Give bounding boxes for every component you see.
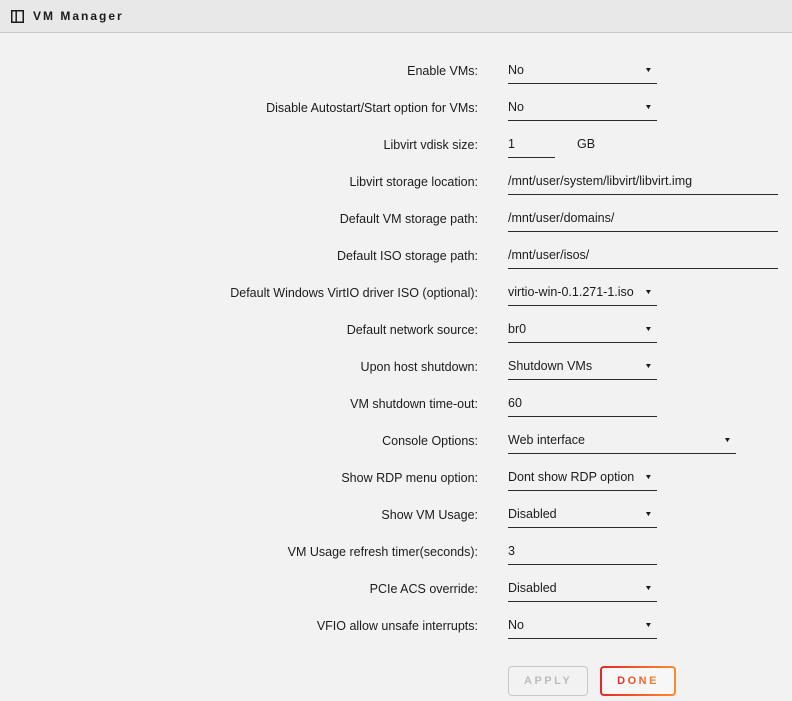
field-value: Disabled [508,581,557,595]
input-default-vm-storage-path[interactable]: /mnt/user/domains/ [508,202,778,232]
page-title: VM Manager [33,9,124,23]
form-row-default-vm-storage-path: Default VM storage path: /mnt/user/domain… [0,202,792,239]
field-label-pcie-acs-override: PCIe ACS override: [0,572,478,609]
unit-label: GB [577,128,595,151]
form-row-libvirt-vdisk-size: Libvirt vdisk size: 1 GB [0,128,792,165]
form-row-default-network-source: Default network source: br0 ▼ [0,313,792,350]
select-upon-host-shutdown[interactable]: Shutdown VMs ▼ [508,350,657,380]
form-row-vm-shutdown-timeout: VM shutdown time-out: 60 [0,387,792,424]
form-row-default-iso-storage-path: Default ISO storage path: /mnt/user/isos/ [0,239,792,276]
field-value: Dont show RDP option [508,470,634,484]
field-label-libvirt-vdisk-size: Libvirt vdisk size: [0,128,478,165]
form-row-virtio-driver-iso: Default Windows VirtIO driver ISO (optio… [0,276,792,313]
field-value: Shutdown VMs [508,359,592,373]
field-value: /mnt/user/isos/ [508,248,589,262]
field-label-vm-shutdown-timeout: VM shutdown time-out: [0,387,478,424]
input-vm-usage-refresh-timer[interactable]: 3 [508,535,657,565]
field-value: No [508,100,524,114]
form-footer: APPLY DONE [508,666,792,696]
field-value: No [508,618,524,632]
select-pcie-acs-override[interactable]: Disabled ▼ [508,572,657,602]
form-row-upon-host-shutdown: Upon host shutdown: Shutdown VMs ▼ [0,350,792,387]
field-value: virtio-win-0.1.271-1.iso [508,285,634,299]
chevron-down-icon: ▼ [644,585,652,592]
select-vfio-allow-unsafe-interrupts[interactable]: No ▼ [508,609,657,639]
field-label-vm-usage-refresh-timer: VM Usage refresh timer(seconds): [0,535,478,572]
field-value: br0 [508,322,526,336]
select-virtio-driver-iso[interactable]: virtio-win-0.1.271-1.iso ▼ [508,276,657,306]
chevron-down-icon: ▼ [644,326,652,333]
field-value: 60 [508,396,522,410]
input-libvirt-storage-location[interactable]: /mnt/user/system/libvirt/libvirt.img [508,165,778,195]
select-show-rdp-menu-option[interactable]: Dont show RDP option ▼ [508,461,657,491]
input-default-iso-storage-path[interactable]: /mnt/user/isos/ [508,239,778,269]
select-console-options[interactable]: Web interface ▼ [508,424,736,454]
form-row-vm-usage-refresh-timer: VM Usage refresh timer(seconds): 3 [0,535,792,572]
chevron-down-icon: ▼ [644,104,652,111]
form-row-vfio-allow-unsafe-interrupts: VFIO allow unsafe interrupts: No ▼ [0,609,792,646]
apply-button[interactable]: APPLY [508,666,588,696]
field-value: No [508,63,524,77]
select-show-vm-usage[interactable]: Disabled ▼ [508,498,657,528]
chevron-down-icon: ▼ [723,437,731,444]
done-button[interactable]: DONE [600,666,676,696]
chevron-down-icon: ▼ [644,622,652,629]
field-label-enable-vms: Enable VMs: [0,54,478,91]
form-row-pcie-acs-override: PCIe ACS override: Disabled ▼ [0,572,792,609]
field-value: /mnt/user/system/libvirt/libvirt.img [508,174,692,188]
columns-icon [11,10,24,23]
field-label-vfio-allow-unsafe-interrupts: VFIO allow unsafe interrupts: [0,609,478,646]
field-value: 1 [508,137,515,151]
input-vm-shutdown-timeout[interactable]: 60 [508,387,657,417]
vm-manager-settings-form: Enable VMs:No▼Disable Autostart/Start op… [0,33,792,646]
chevron-down-icon: ▼ [644,511,652,518]
form-row-show-rdp-menu-option: Show RDP menu option: Dont show RDP optio… [0,461,792,498]
field-label-console-options: Console Options: [0,424,478,461]
field-label-default-vm-storage-path: Default VM storage path: [0,202,478,239]
select-enable-vms[interactable]: No ▼ [508,54,657,84]
select-disable-autostart[interactable]: No ▼ [508,91,657,121]
field-value: 3 [508,544,515,558]
select-default-network-source[interactable]: br0 ▼ [508,313,657,343]
field-label-show-vm-usage: Show VM Usage: [0,498,478,535]
field-label-virtio-driver-iso: Default Windows VirtIO driver ISO (optio… [0,276,478,313]
field-label-upon-host-shutdown: Upon host shutdown: [0,350,478,387]
field-label-default-iso-storage-path: Default ISO storage path: [0,239,478,276]
input-libvirt-vdisk-size[interactable]: 1 [508,128,555,158]
chevron-down-icon: ▼ [644,67,652,74]
form-row-disable-autostart: Disable Autostart/Start option for VMs: N… [0,91,792,128]
form-row-enable-vms: Enable VMs: No ▼ [0,54,792,91]
chevron-down-icon: ▼ [644,289,652,296]
field-label-default-network-source: Default network source: [0,313,478,350]
page-header: VM Manager [0,0,792,33]
done-button-label: DONE [617,675,659,687]
chevron-down-icon: ▼ [644,363,652,370]
field-value: Disabled [508,507,557,521]
form-row-show-vm-usage: Show VM Usage: Disabled ▼ [0,498,792,535]
form-row-libvirt-storage-location: Libvirt storage location: /mnt/user/syste… [0,165,792,202]
form-row-console-options: Console Options: Web interface ▼ [0,424,792,461]
field-value: /mnt/user/domains/ [508,211,614,225]
field-label-show-rdp-menu-option: Show RDP menu option: [0,461,478,498]
field-label-libvirt-storage-location: Libvirt storage location: [0,165,478,202]
field-value: Web interface [508,433,585,447]
field-label-disable-autostart: Disable Autostart/Start option for VMs: [0,91,478,128]
chevron-down-icon: ▼ [644,474,652,481]
